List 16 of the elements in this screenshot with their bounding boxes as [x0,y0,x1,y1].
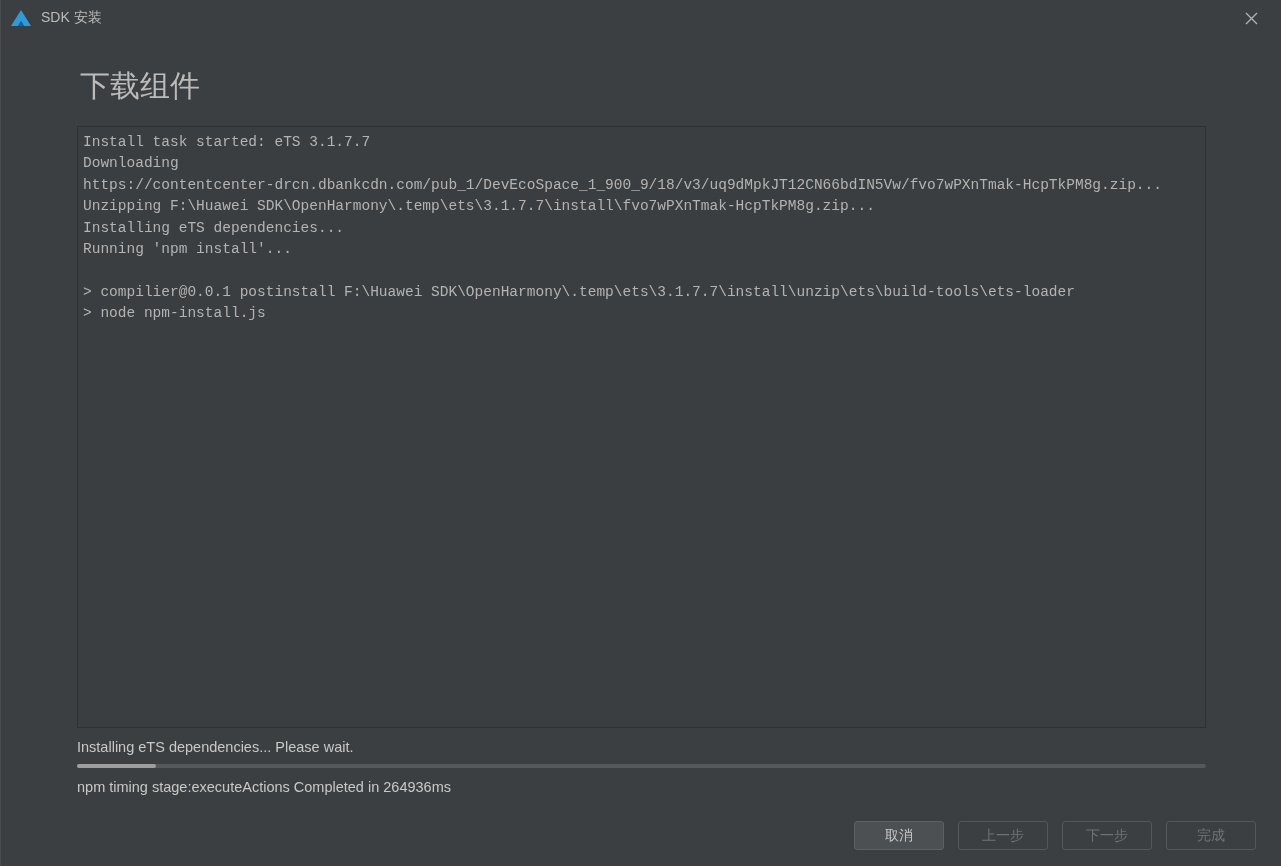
close-button[interactable] [1243,10,1259,26]
status-text: Installing eTS dependencies... Please wait. [77,738,355,757]
logo-icon [11,10,31,26]
log-line: Unzipping F:\Huawei SDK\OpenHarmony\.temp\ets\3.1.7.7\install\fvo7wPXnTmak-HcpTkPM8g.zip... [83,197,876,217]
log-line: Install task started: eTS 3.1.7.7 [83,133,372,152]
log-line: > node npm-install.js [83,304,267,324]
detail-text: npm timing stage:executeActions Completed in 264936ms [77,778,452,797]
window-title: SDK 安装 [41,9,103,27]
dialog-button[interactable]: 取消 [854,821,944,850]
log-line: Running 'npm install'... [83,240,293,260]
log-line: > compilier@0.0.1 postinstall F:\Huawei SDK\OpenHarmony\.temp\ets\3.1.7.7\install\unzip\ets\build-tools\ets-loader [83,282,1076,302]
page-heading: 下载组件 [80,67,201,105]
log-line: https://contentcenter-drcn.dbankcdn.com/pub_1/DevEcoSpace_1_900_9/18/v3/uq9dMpkJT12CN66bdIN5Vw/fvo7wPXnTmak-HcpTkPM8g.zip... [83,175,1163,195]
log-line: Downloading [83,154,180,174]
log-line: Installing eTS dependencies... [83,218,346,238]
close-icon [1244,11,1258,25]
